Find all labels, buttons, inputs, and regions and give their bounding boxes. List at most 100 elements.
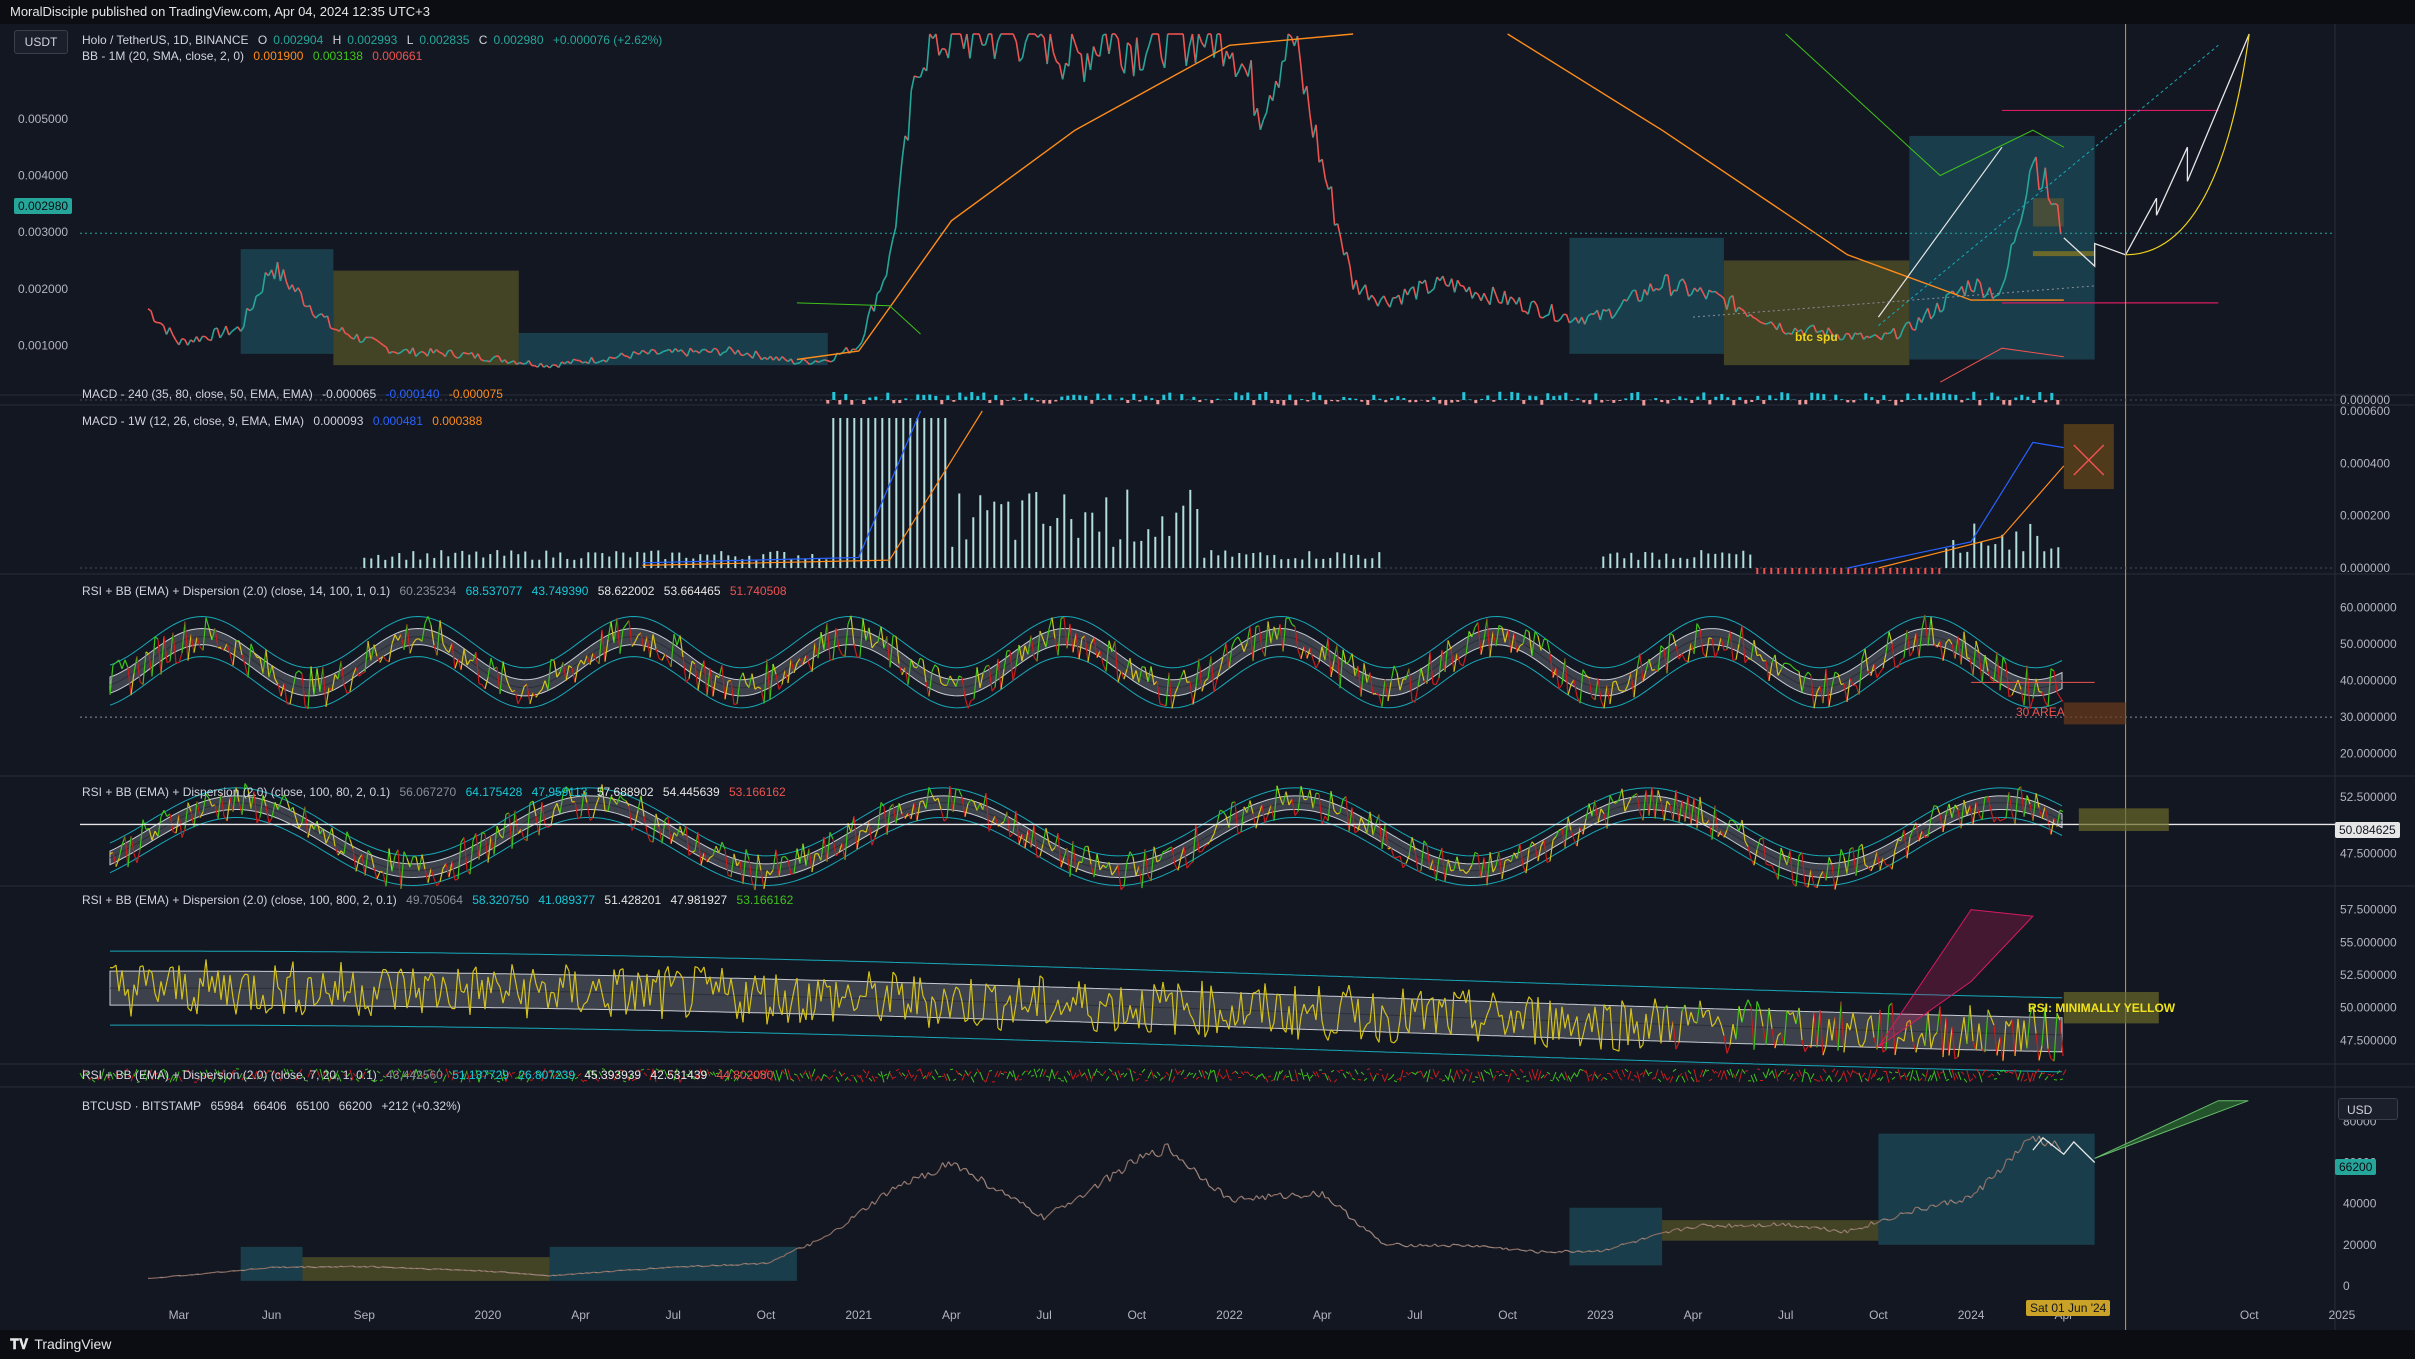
btc-candle xyxy=(1106,1174,1111,1182)
rsi4-line xyxy=(1099,1073,1104,1077)
rsi4-line xyxy=(778,1071,783,1082)
rsi4-line xyxy=(1327,1075,1332,1083)
price-candle xyxy=(1474,291,1479,296)
rsi2-rsi-line xyxy=(181,828,186,838)
rsi4-line xyxy=(1141,1068,1146,1073)
btc-candle xyxy=(824,1234,828,1237)
rsi4-line xyxy=(1018,1078,1023,1081)
rsi4-name: RSI + BB (EMA) + Dispersion (2.0) (close… xyxy=(82,1068,377,1082)
btc-candle xyxy=(1267,1193,1272,1197)
price-candle xyxy=(1145,44,1150,55)
rsi2-rsi-line xyxy=(1609,794,1614,803)
price-candle xyxy=(1148,33,1154,46)
rsi3-rsi-line xyxy=(1114,1026,1119,1032)
btc-candle xyxy=(1348,1217,1352,1220)
ohlc-low: L 0.002835 xyxy=(407,33,470,47)
btc-currency-button[interactable]: USD xyxy=(2338,1098,2398,1120)
o-value: 0.002904 xyxy=(273,33,324,47)
price-candle xyxy=(1315,124,1320,163)
price-candle xyxy=(1278,61,1283,88)
main-y-tick: 0.005000 xyxy=(18,112,68,126)
rsi4-line xyxy=(1096,1070,1101,1073)
rsi2-rsi-line xyxy=(1738,819,1743,832)
price-candle xyxy=(966,33,971,59)
price-candle xyxy=(1415,280,1421,300)
rsi4-line xyxy=(913,1074,918,1082)
btc-candle xyxy=(1223,1195,1227,1199)
btc-candle xyxy=(202,1272,206,1275)
rsi4-line xyxy=(1258,1073,1263,1077)
rsi4-line xyxy=(1462,1073,1467,1082)
rsi4-line xyxy=(1387,1077,1392,1081)
rsi4-line xyxy=(1261,1073,1266,1080)
rsi4-line xyxy=(823,1074,828,1077)
btc-candle xyxy=(1517,1248,1522,1251)
price-candle xyxy=(1185,46,1191,66)
rsi4-line xyxy=(1012,1070,1017,1081)
rsi4-line xyxy=(1015,1074,1020,1081)
price-candle xyxy=(344,332,349,336)
btc-candle xyxy=(1380,1242,1385,1245)
x-axis-label: 2022 xyxy=(1216,1308,1243,1322)
btc-candle xyxy=(1073,1197,1078,1202)
rsi4-line xyxy=(1312,1071,1317,1077)
rsi4-line xyxy=(1372,1074,1377,1082)
rsi4-line xyxy=(1963,1078,1968,1083)
rsi4-line xyxy=(964,1069,969,1076)
rsi4-line xyxy=(1069,1069,1074,1080)
rsi1-rsi-line xyxy=(661,653,666,661)
price-candle xyxy=(543,364,548,368)
rsi2-rsi-line xyxy=(1354,830,1359,834)
rsi1-rsi-line xyxy=(1804,671,1809,677)
rsi1-rsi-line xyxy=(1795,669,1800,672)
price-candle xyxy=(796,361,801,365)
rsi2-rsi-line xyxy=(1315,792,1320,795)
chart-canvas[interactable]: 0.005000 0.004000 0.003000 0.002000 0.001000… xyxy=(0,24,2415,1330)
rsi2-rsi-line xyxy=(1162,850,1167,853)
btc-candle xyxy=(1279,1192,1284,1199)
rsi4-line xyxy=(1219,1074,1224,1080)
price-candle xyxy=(1262,112,1268,120)
price-candle xyxy=(1068,33,1073,67)
rsi1-rsi-line xyxy=(1786,662,1791,665)
price-candle xyxy=(1231,52,1237,78)
price-candle xyxy=(1163,33,1169,69)
rsi4-line xyxy=(961,1073,966,1081)
currency-button[interactable]: USDT xyxy=(14,30,68,54)
rsi2-name: RSI + BB (EMA) + Dispersion (2.0) (close… xyxy=(82,785,391,799)
rsi4-line xyxy=(1798,1069,1803,1077)
btc-candle xyxy=(1205,1178,1210,1187)
rsi4-line xyxy=(1294,1069,1299,1082)
btc-candle xyxy=(1028,1207,1033,1213)
price-candle xyxy=(910,75,916,91)
rsi1-rsi-line xyxy=(1732,659,1737,661)
rsi4-line xyxy=(1048,1068,1053,1082)
price-candle xyxy=(1559,313,1565,320)
rsi4-line xyxy=(1681,1075,1686,1083)
btc-candle xyxy=(505,1271,509,1274)
btc-candle xyxy=(845,1222,849,1226)
btc-candle xyxy=(865,1207,870,1211)
rsi1-v4: 53.664465 xyxy=(663,584,721,598)
btc-candle xyxy=(990,1187,994,1190)
rsi4-line xyxy=(1051,1069,1056,1080)
macd240-name: MACD - 240 (35, 80, close, 50, EMA, EMA) xyxy=(82,387,313,401)
rsi2-rsi-line xyxy=(1201,846,1206,852)
rsi2-rsi-line xyxy=(379,870,384,873)
rsi1-rsi-line xyxy=(1141,666,1146,668)
rsi4-line xyxy=(826,1076,831,1081)
btc-candle xyxy=(1142,1152,1147,1159)
rsi1-rsi-line xyxy=(1159,703,1164,706)
price-candle xyxy=(1453,279,1459,293)
price-candle xyxy=(997,33,1002,42)
rsi4-line xyxy=(1708,1078,1713,1082)
price-candle xyxy=(1638,299,1642,302)
rsi4-line xyxy=(1837,1078,1842,1083)
rsi2-rsi-line xyxy=(1771,865,1776,873)
btc-candle xyxy=(193,1273,197,1276)
price-candle xyxy=(1194,33,1200,64)
rsi1-rsi-line xyxy=(1723,648,1728,651)
rsi4-line xyxy=(859,1074,864,1083)
price-candle xyxy=(168,327,174,336)
rsi4-line xyxy=(1285,1075,1290,1078)
